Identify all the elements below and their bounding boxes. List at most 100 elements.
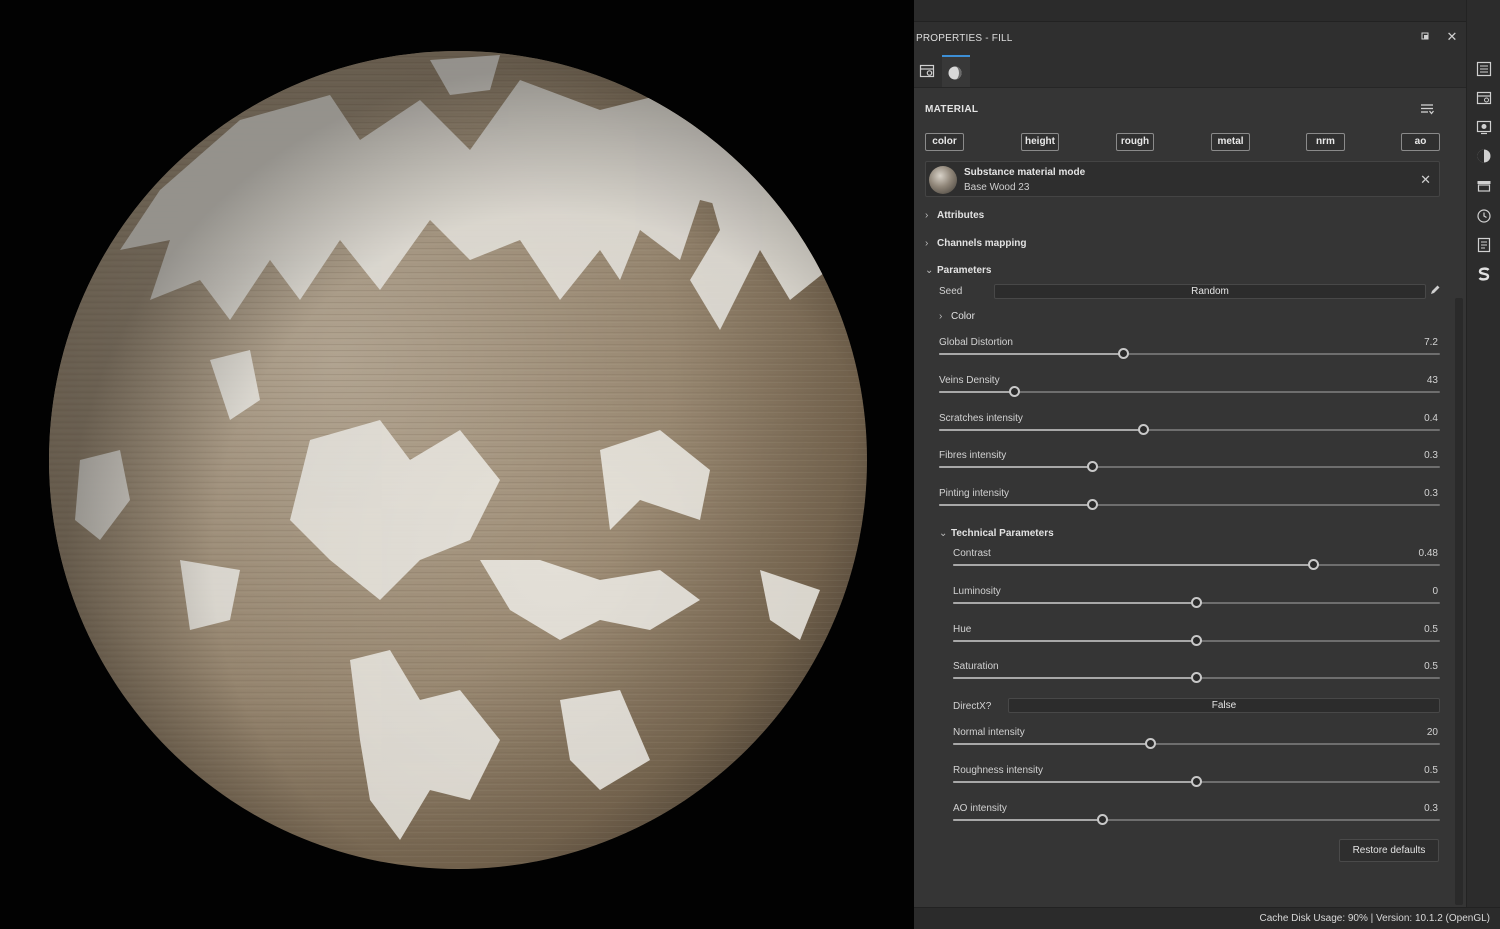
contrast-value[interactable]: 0.48 (1380, 548, 1438, 559)
slider-handle[interactable] (1191, 672, 1202, 684)
panel-header: PROPERTIES - FILL ✕ (914, 22, 1466, 53)
hue-slider[interactable] (953, 634, 1440, 646)
chevron-right-icon: › (939, 311, 943, 322)
global-distortion-value[interactable]: 7.2 (1380, 337, 1438, 348)
slider-handle[interactable] (1144, 738, 1156, 749)
close-panel-icon[interactable]: ✕ (1445, 30, 1459, 44)
slider-handle[interactable] (1008, 385, 1020, 397)
tab-layer-settings[interactable] (914, 55, 942, 87)
veins-density-label: Veins Density (939, 374, 1000, 386)
ao-intensity-slider[interactable] (953, 813, 1440, 825)
shader-settings-icon[interactable] (1476, 148, 1492, 164)
slider-handle[interactable] (1087, 499, 1099, 511)
roughness-intensity-slider[interactable] (953, 775, 1440, 787)
seed-random-button[interactable]: Random (994, 284, 1426, 299)
roughness-intensity-value[interactable]: 0.5 (1380, 765, 1438, 776)
restore-defaults-button[interactable]: Restore defaults (1339, 839, 1439, 862)
fibres-intensity-slider[interactable] (939, 461, 1440, 473)
channel-height-button[interactable]: height (1021, 133, 1059, 151)
undock-icon[interactable] (1418, 30, 1432, 44)
remove-material-icon[interactable]: ✕ (1420, 172, 1431, 188)
material-sphere-icon (948, 66, 962, 80)
panel-scrollbar[interactable] (1455, 298, 1463, 905)
scratches-intensity-value[interactable]: 0.4 (1380, 413, 1438, 424)
slider-fill (953, 639, 1197, 642)
channel-color-button[interactable]: color (925, 133, 964, 151)
properties-content: MATERIAL color height rough metal nrm ao… (914, 88, 1454, 907)
channel-nrm-button[interactable]: nrm (1306, 133, 1345, 151)
slider-handle[interactable] (1191, 596, 1202, 608)
normal-intensity-label: Normal intensity (953, 727, 1025, 738)
global-distortion-slider[interactable] (939, 348, 1440, 359)
pinting-intensity-value[interactable]: 0.3 (1380, 488, 1438, 499)
channel-rough-button[interactable]: rough (1116, 133, 1154, 151)
history-icon[interactable] (1476, 208, 1492, 224)
luminosity-slider[interactable] (953, 596, 1440, 608)
normal-intensity-value[interactable]: 20 (1380, 727, 1438, 738)
slider-handle[interactable] (1191, 775, 1202, 787)
slider-fill (953, 601, 1197, 604)
normal-intensity-slider[interactable] (953, 738, 1440, 749)
section-technical-parameters[interactable]: ⌄ Technical Parameters (939, 528, 1054, 539)
hue-label: Hue (953, 623, 972, 635)
global-distortion-label: Global Distortion (939, 337, 1013, 348)
section-parameters-label: Parameters (937, 265, 992, 276)
fibres-intensity-value[interactable]: 0.3 (1380, 450, 1438, 461)
veins-density-value[interactable]: 43 (1380, 375, 1438, 386)
slider-fill (953, 677, 1197, 680)
texture-set-icon[interactable] (1476, 90, 1492, 106)
channel-ao-button[interactable]: ao (1401, 133, 1440, 151)
chevron-right-icon: › (925, 210, 929, 221)
slider-fill (953, 564, 1314, 566)
section-attributes-label: Attributes (937, 210, 985, 221)
slider-fill (953, 818, 1103, 821)
panel-title: PROPERTIES - FILL (916, 33, 1013, 44)
slider-fill (953, 780, 1197, 783)
saturation-slider[interactable] (953, 672, 1440, 684)
material-label: MATERIAL (925, 104, 979, 115)
chevron-down-icon: ⌄ (939, 528, 948, 539)
section-channels-mapping[interactable]: › Channels mapping (925, 238, 1026, 249)
slider-handle[interactable] (1087, 461, 1099, 473)
material-card[interactable]: Substance material mode Base Wood 23 ✕ (925, 161, 1440, 197)
section-attributes[interactable]: › Attributes (925, 210, 984, 221)
slider-fill (939, 390, 1015, 393)
luminosity-value[interactable]: 0 (1380, 586, 1438, 597)
slider-handle[interactable] (1097, 813, 1108, 825)
properties-tabbar (914, 53, 1466, 88)
section-channels-mapping-label: Channels mapping (937, 238, 1027, 249)
slider-fill (953, 743, 1151, 745)
slider-handle[interactable] (1307, 559, 1319, 570)
section-color[interactable]: › Color (939, 311, 975, 322)
contrast-slider[interactable] (953, 559, 1440, 570)
material-preview-sphere (49, 51, 867, 869)
luminosity-label: Luminosity (953, 585, 1001, 597)
slider-handle[interactable] (1191, 634, 1202, 646)
section-parameters[interactable]: ⌄ Parameters (925, 265, 991, 276)
slider-handle[interactable] (1137, 423, 1149, 435)
hue-value[interactable]: 0.5 (1380, 624, 1438, 635)
ao-intensity-value[interactable]: 0.3 (1380, 803, 1438, 814)
saturation-value[interactable]: 0.5 (1380, 661, 1438, 672)
layer-settings-icon (919, 64, 935, 78)
layers-icon[interactable] (1476, 61, 1492, 77)
chevron-right-icon: › (925, 238, 929, 249)
channel-metal-button[interactable]: metal (1211, 133, 1250, 151)
log-icon[interactable] (1476, 237, 1492, 253)
bakers-icon[interactable] (1476, 178, 1492, 194)
directx-dropdown[interactable]: False (1008, 698, 1440, 713)
panel-top-strip (914, 0, 1466, 22)
tab-material[interactable] (942, 55, 970, 87)
slider-handle[interactable] (1117, 348, 1129, 359)
material-menu-icon[interactable] (1419, 101, 1435, 117)
viewport-3d[interactable] (0, 0, 914, 929)
roughness-intensity-label: Roughness intensity (953, 764, 1044, 776)
scratches-intensity-slider[interactable] (939, 423, 1440, 435)
display-settings-icon[interactable] (1476, 119, 1492, 135)
material-mode-label: Substance material mode (964, 167, 1086, 178)
slider-fill (939, 466, 1093, 469)
substance-icon[interactable] (1476, 266, 1492, 282)
veins-density-slider[interactable] (939, 385, 1440, 397)
edit-pencil-icon[interactable] (1429, 284, 1441, 299)
pinting-intensity-slider[interactable] (939, 499, 1440, 511)
